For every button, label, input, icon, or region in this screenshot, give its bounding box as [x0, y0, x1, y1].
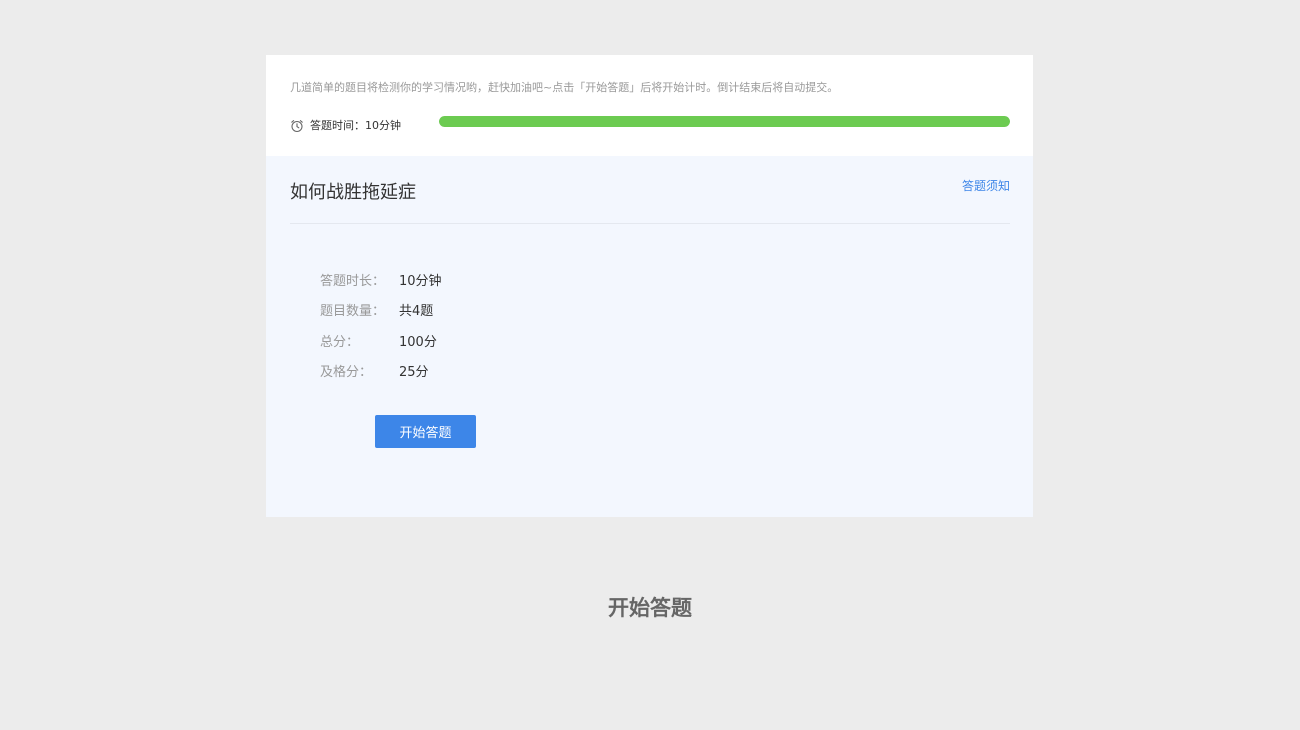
info-value: 25分 — [399, 365, 429, 381]
start-quiz-button[interactable]: 开始答题 — [375, 415, 476, 448]
quiz-card: 几道简单的题目将检测你的学习情况哟，赶快加油吧~点击「开始答题」后将开始计时。倒… — [266, 55, 1033, 517]
quiz-card-header: 几道简单的题目将检测你的学习情况哟，赶快加油吧~点击「开始答题」后将开始计时。倒… — [266, 55, 1033, 156]
info-label: 及格分： — [320, 365, 373, 381]
info-label: 总分： — [320, 334, 360, 350]
quiz-info-list: 答题时长： 10分钟 题目数量： 共4题 总分： 100分 及格分： 25分 — [320, 264, 442, 386]
info-label: 题目数量： — [320, 304, 386, 320]
timer-progress-bar — [439, 116, 1010, 127]
timer-label: 答题时间：10分钟 — [310, 119, 401, 132]
timer-progress-fill — [439, 116, 1010, 127]
intro-text: 几道简单的题目将检测你的学习情况哟，赶快加油吧~点击「开始答题」后将开始计时。倒… — [290, 81, 839, 94]
info-row-question-count: 题目数量： 共4题 — [320, 295, 442, 326]
info-value: 共4题 — [399, 304, 434, 320]
page-caption: 开始答题 — [608, 596, 692, 620]
info-value: 100分 — [399, 334, 437, 350]
info-value: 10分钟 — [399, 273, 442, 289]
quiz-title-row: 如何战胜拖延症 答题须知 — [290, 156, 1010, 224]
alarm-clock-icon — [290, 118, 304, 133]
info-row-total-score: 总分： 100分 — [320, 325, 442, 356]
info-label: 答题时长： — [320, 273, 386, 289]
info-row-pass-score: 及格分： 25分 — [320, 356, 442, 387]
info-row-duration: 答题时长： 10分钟 — [320, 264, 442, 295]
quiz-title: 如何战胜拖延症 — [290, 182, 416, 203]
timer-row: 答题时间：10分钟 — [290, 117, 401, 133]
quiz-notice-link[interactable]: 答题须知 — [962, 177, 1010, 194]
